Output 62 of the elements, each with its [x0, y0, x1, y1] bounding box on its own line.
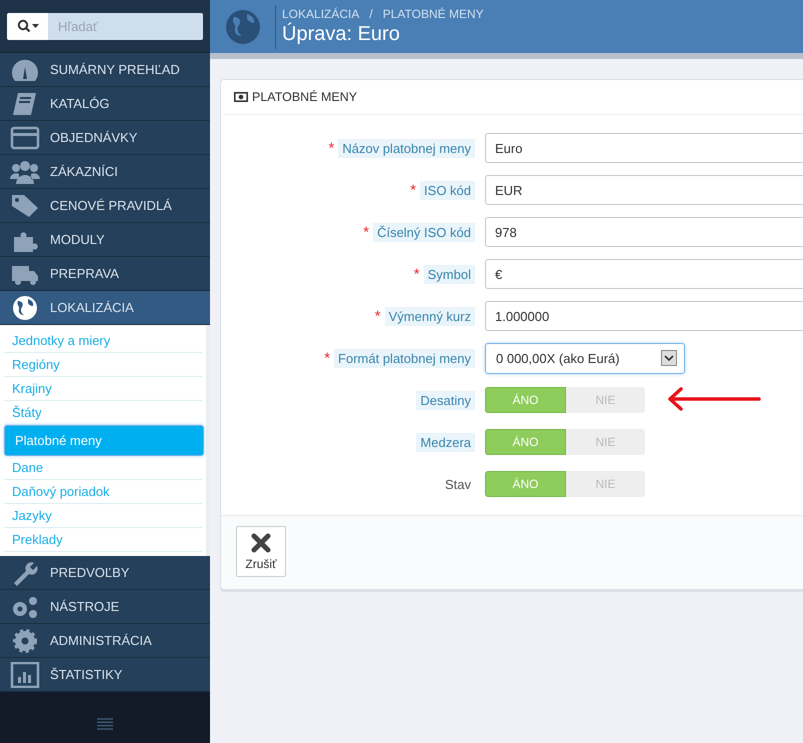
field-label: Medzera	[416, 432, 475, 452]
required-asterisk: *	[363, 224, 370, 240]
search-button[interactable]	[7, 12, 48, 40]
text-field[interactable]: EUR	[485, 175, 803, 205]
breadcrumb-link[interactable]: LOKALIZÁCIA	[282, 6, 360, 20]
submenu-item[interactable]: Jazyky	[4, 504, 202, 528]
required-asterisk: *	[374, 308, 381, 324]
field-label: Názov platobnej meny	[338, 138, 475, 158]
sidebar-item[interactable]: PREDVOĽBY	[0, 556, 210, 590]
globe-icon	[10, 294, 40, 320]
submenu-item[interactable]: Platobné meny	[4, 425, 204, 456]
sidebar-item[interactable]: ADMINISTRÁCIA	[0, 624, 210, 658]
field-label: Číselný ISO kód	[373, 222, 475, 242]
field-label: Formát platobnej meny	[334, 348, 475, 368]
cancel-button[interactable]: Zrušiť	[236, 526, 286, 577]
close-icon	[250, 532, 272, 554]
field-label: Stav	[444, 476, 472, 494]
dashboard-icon	[10, 56, 40, 82]
submenu-item[interactable]: Daňový poriadok	[4, 480, 202, 504]
panel-title: PLATOBNÉ MENY	[252, 90, 358, 104]
users-icon	[10, 158, 40, 184]
sidebar-item[interactable]: CENOVÉ PRAVIDLÁ	[0, 189, 210, 223]
sidebar-item[interactable]: SUMÁRNY PREHĽAD	[0, 53, 210, 87]
page-title: Úprava: Euro	[282, 22, 401, 46]
field-label: Výmenný kurz	[384, 306, 475, 326]
submenu-item[interactable]: Krajiny	[4, 377, 202, 401]
submenu-item[interactable]: Regióny	[4, 353, 202, 377]
sidebar-item[interactable]: OBJEDNÁVKY	[0, 121, 210, 155]
breadcrumb-link[interactable]: PLATOBNÉ MENY	[382, 6, 484, 20]
text-field[interactable]: 978	[485, 217, 803, 247]
submenu-item[interactable]: Dane	[4, 456, 202, 480]
text-field[interactable]: Euro	[485, 133, 803, 163]
switch-option[interactable]: ÁNO	[485, 429, 566, 455]
submenu-item[interactable]: Jednotky a miery	[4, 329, 202, 353]
credit-card-icon	[10, 124, 40, 150]
switch-option[interactable]: ÁNO	[485, 471, 566, 497]
required-asterisk: *	[410, 182, 416, 198]
money-icon	[234, 92, 248, 102]
switch-option[interactable]: ÁNO	[485, 387, 566, 413]
sidebar-item[interactable]: ZÁKAZNÍCI	[0, 155, 210, 189]
gear-icon	[10, 628, 40, 654]
search-icon	[16, 19, 38, 33]
format-select[interactable]: 0 000,00X (ako Eurá)	[485, 342, 685, 374]
submenu-item[interactable]: Preklady	[4, 528, 202, 552]
caret-icon	[661, 350, 677, 366]
text-field[interactable]: €	[485, 259, 803, 289]
search-field[interactable]: Hľadať	[48, 12, 203, 40]
bar-chart-icon	[10, 662, 40, 688]
sidebar-item[interactable]: KATALÓG	[0, 87, 210, 121]
globe-icon	[225, 8, 261, 44]
field-label: Symbol	[424, 264, 475, 284]
tag-icon	[10, 192, 40, 218]
field-label: ISO kód	[420, 180, 475, 200]
sidebar-item[interactable]: NÁSTROJE	[0, 590, 210, 624]
field-label: Desatiny	[416, 390, 475, 410]
required-asterisk: *	[324, 350, 330, 366]
sidebar-item[interactable]: LOKALIZÁCIA	[0, 291, 210, 325]
required-asterisk: *	[328, 140, 334, 156]
sidebar-item[interactable]: MODULY	[0, 223, 210, 257]
text-field[interactable]: 1.000000	[485, 301, 803, 331]
required-asterisk: *	[414, 266, 420, 282]
breadcrumb-separator: /	[369, 6, 373, 20]
